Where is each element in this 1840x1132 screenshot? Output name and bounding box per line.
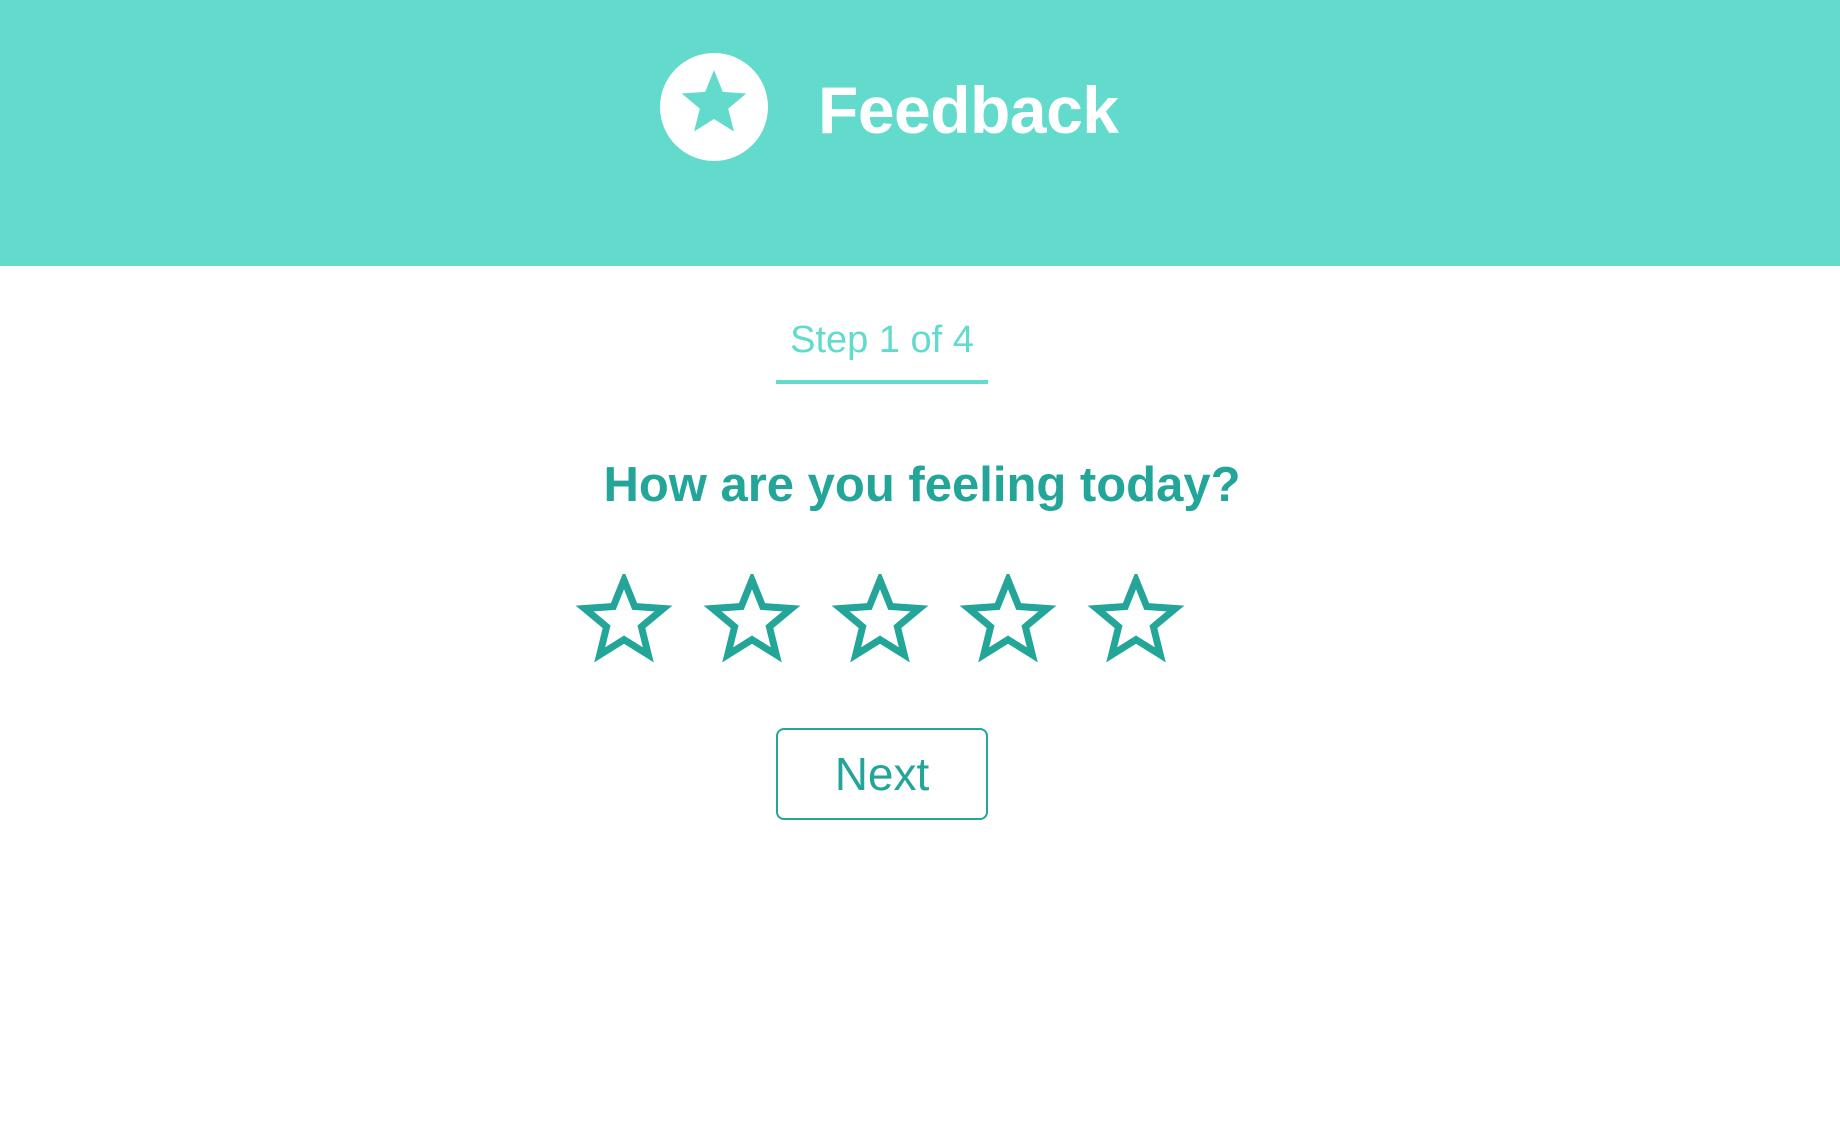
star-rating-1[interactable]	[570, 574, 678, 678]
logo-badge	[660, 53, 768, 161]
app-title: Feedback	[818, 73, 1119, 147]
step-label: Step 1 of 4	[790, 319, 974, 361]
star-outline-icon	[703, 574, 801, 663]
star-outline-icon	[959, 574, 1057, 663]
star-rating-3[interactable]	[826, 574, 934, 678]
star-rating-4[interactable]	[954, 574, 1062, 678]
star-rating-5[interactable]	[1082, 574, 1190, 678]
star-icon	[681, 70, 747, 132]
question-heading: How are you feeling today?	[603, 458, 1241, 512]
star-outline-icon	[831, 574, 929, 663]
star-outline-icon	[575, 574, 673, 663]
step-indicator: Step 1 of 4	[776, 312, 988, 384]
header-bar: Feedback	[0, 0, 1840, 266]
next-button[interactable]: Next	[776, 728, 988, 820]
star-rating-2[interactable]	[698, 574, 806, 678]
star-outline-icon	[1087, 574, 1185, 663]
star-rating	[570, 574, 1274, 678]
